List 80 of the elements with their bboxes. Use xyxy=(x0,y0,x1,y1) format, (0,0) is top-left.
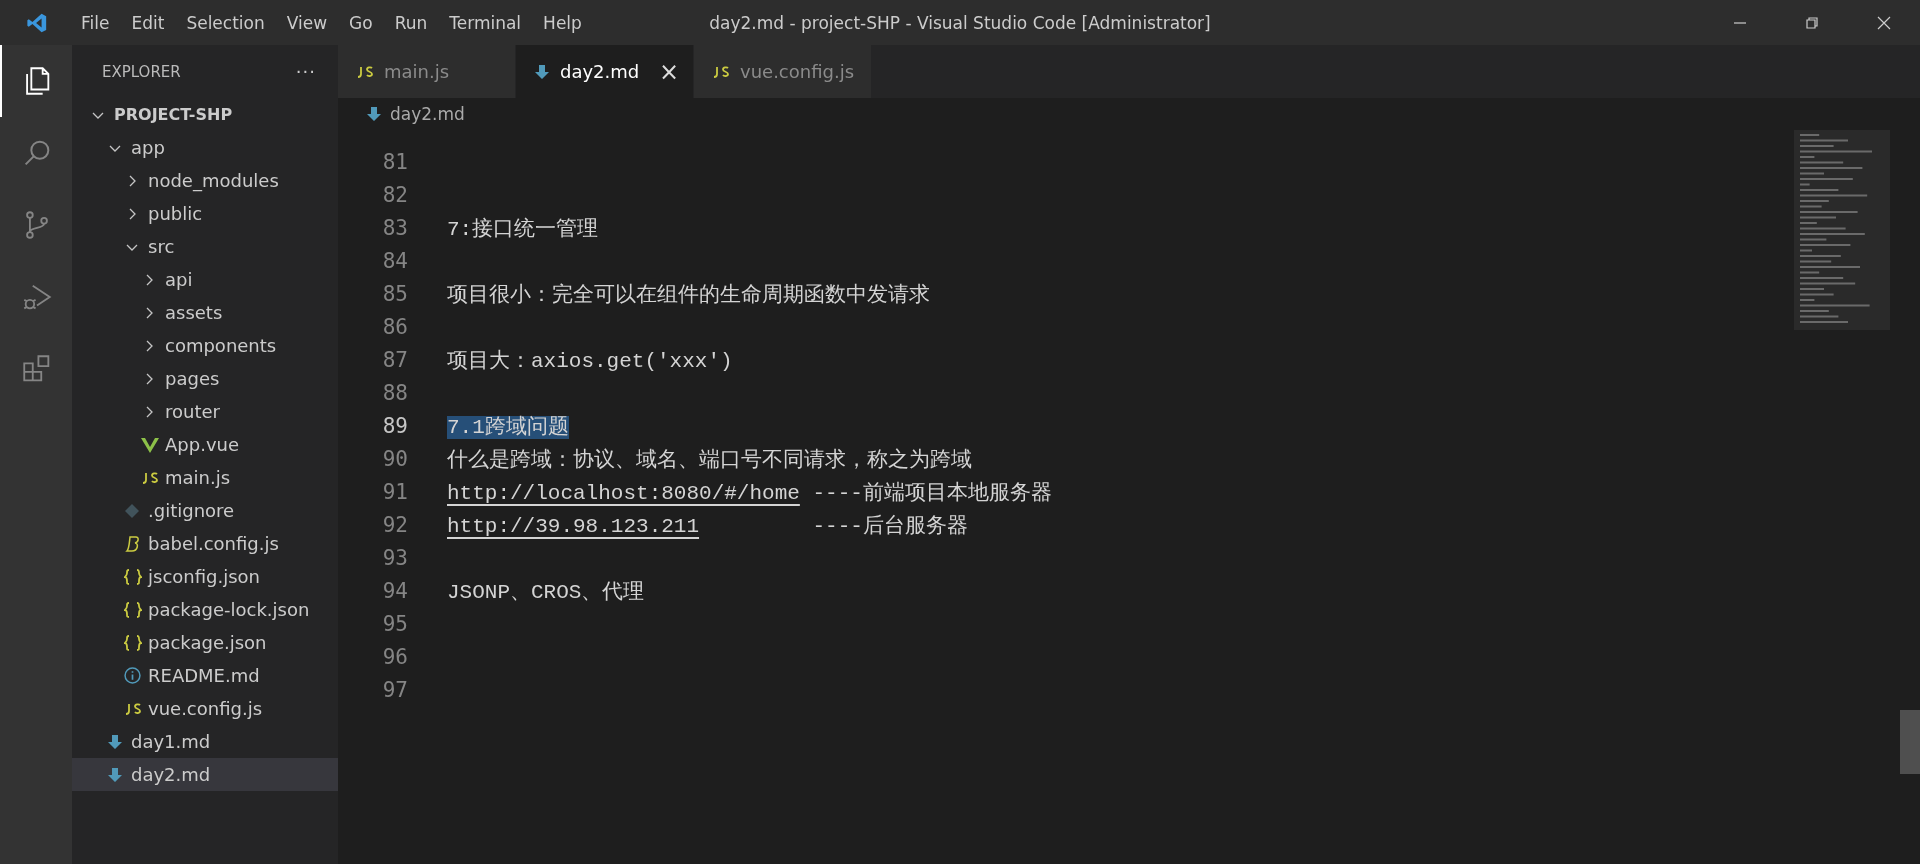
tree-item[interactable]: pages xyxy=(72,362,338,395)
code-line: JSONP、CROS、代理 xyxy=(447,579,645,605)
code-line: 什么是跨域：协议、域名、端口号不同请求，称之为跨域 xyxy=(447,447,972,473)
line-number: 94 xyxy=(381,578,408,603)
tree-item[interactable]: PROJECT-SHP xyxy=(72,98,338,131)
braces-icon xyxy=(124,601,142,618)
editor-tab[interactable]: vue.config.js xyxy=(694,45,872,98)
line-number: 96 xyxy=(381,644,408,669)
line-number: 89 xyxy=(381,413,408,438)
code-line: http://localhost:8080/#/home ----前端项目本地服务器 xyxy=(447,480,1052,506)
menu-item[interactable]: Go xyxy=(338,12,384,33)
line-number: 95 xyxy=(381,611,408,636)
tree-item[interactable]: vue.config.js xyxy=(72,692,338,725)
explorer-title: EXPLORER xyxy=(102,62,181,81)
tree-item[interactable]: jsconfig.json xyxy=(72,560,338,593)
tree-item[interactable]: babel.config.js xyxy=(72,527,338,560)
close-tab-button[interactable]: × xyxy=(658,57,679,86)
js-icon xyxy=(712,65,730,78)
code-line: 7:接口统一管理 xyxy=(447,216,599,242)
download-arrow-icon xyxy=(107,733,123,750)
tree-item[interactable]: app xyxy=(72,131,338,164)
window-title: day2.md - project-SHP - Visual Studio Code [Administrator] xyxy=(709,12,1211,33)
line-number: 82 xyxy=(381,182,408,207)
line-number: 83 xyxy=(381,215,408,240)
line-number: 84 xyxy=(381,248,408,273)
vscode-logo-icon xyxy=(26,11,48,34)
tree-item[interactable]: README.md xyxy=(72,659,338,692)
tree-item[interactable]: router xyxy=(72,395,338,428)
braces-icon xyxy=(124,568,142,585)
line-number: 85 xyxy=(381,281,408,306)
code-line: http://39.98.123.211 ----后台服务器 xyxy=(447,513,968,539)
line-number: 93 xyxy=(381,545,408,570)
menu-item[interactable]: Terminal xyxy=(438,12,533,33)
diamond-icon xyxy=(124,502,140,519)
tree-item[interactable]: api xyxy=(72,263,338,296)
tree-item[interactable]: day2.md xyxy=(72,758,338,791)
js-icon xyxy=(356,65,374,78)
download-arrow-icon xyxy=(366,106,382,122)
menu-item[interactable]: Run xyxy=(383,12,439,33)
tree-item[interactable]: main.js xyxy=(72,461,338,494)
breadcrumb-item[interactable]: day2.md xyxy=(390,104,465,124)
menu-item[interactable]: File xyxy=(70,12,121,33)
line-number: 88 xyxy=(381,380,408,405)
tree-item[interactable]: day1.md xyxy=(72,725,338,758)
tree-item[interactable]: public xyxy=(72,197,338,230)
line-number: 86 xyxy=(381,314,408,339)
info-icon xyxy=(124,667,141,684)
js-icon xyxy=(124,702,142,715)
menu-item[interactable]: Help xyxy=(532,12,593,33)
menu-item[interactable]: View xyxy=(275,12,339,33)
line-number: 91 xyxy=(381,479,408,504)
tree-item[interactable]: components xyxy=(72,329,338,362)
code-line: 项目大：axios.get('xxx') xyxy=(447,348,733,374)
line-number: 97 xyxy=(381,677,408,702)
editor-tab[interactable]: main.js xyxy=(338,45,516,98)
tree-item[interactable]: package-lock.json xyxy=(72,593,338,626)
menu-item[interactable]: Selection xyxy=(175,12,276,33)
babel-icon xyxy=(124,534,140,553)
download-arrow-icon xyxy=(107,766,123,783)
braces-icon xyxy=(124,634,142,651)
line-number: 81 xyxy=(381,149,408,174)
more-actions-button[interactable]: ··· xyxy=(295,61,316,82)
tree-item[interactable]: App.vue xyxy=(72,428,338,461)
js-icon xyxy=(141,471,159,484)
line-number: 92 xyxy=(381,512,408,537)
line-number: 90 xyxy=(381,446,408,471)
editor-tab[interactable]: day2.md × xyxy=(516,45,694,98)
tree-item[interactable]: .gitignore xyxy=(72,494,338,527)
tree-item[interactable]: package.json xyxy=(72,626,338,659)
scrollbar-thumb[interactable] xyxy=(1900,710,1920,774)
download-arrow-icon xyxy=(534,63,550,80)
line-number: 87 xyxy=(381,347,408,372)
restore-icon[interactable] xyxy=(1804,14,1820,31)
vue-icon xyxy=(141,436,159,453)
tree-item[interactable]: node_modules xyxy=(72,164,338,197)
menu-item[interactable]: Edit xyxy=(120,12,176,33)
code-line: 项目很小：完全可以在组件的生命周期函数中发请求 xyxy=(447,282,930,308)
tree-item[interactable]: assets xyxy=(72,296,338,329)
close-icon[interactable] xyxy=(1876,14,1892,31)
tree-item[interactable]: src xyxy=(72,230,338,263)
